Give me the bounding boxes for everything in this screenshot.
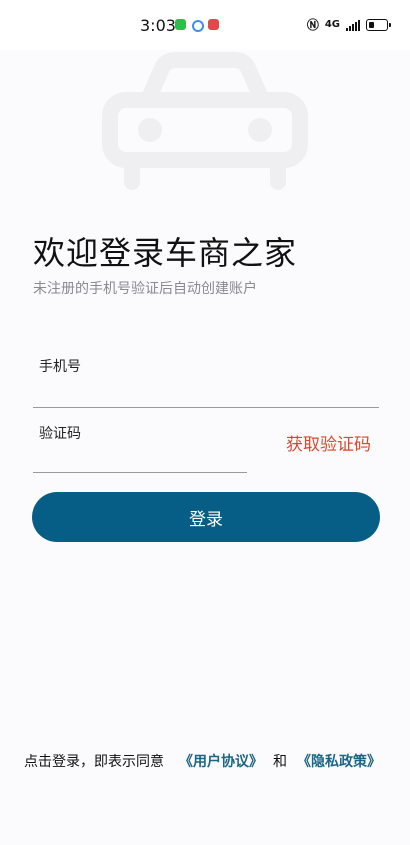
agreement-and: 和 bbox=[273, 754, 287, 770]
code-underline bbox=[33, 472, 247, 473]
code-label: 验证码 bbox=[39, 426, 81, 442]
code-input[interactable] bbox=[33, 446, 245, 470]
signal-icon bbox=[346, 19, 360, 31]
car-icon bbox=[102, 52, 308, 190]
red-app-icon bbox=[208, 19, 219, 30]
network-type: 4G bbox=[324, 19, 340, 30]
privacy-policy-link[interactable]: 《隐私政策》 bbox=[297, 751, 381, 771]
status-indicators: Ⓝ 4G bbox=[306, 16, 391, 33]
blue-app-icon bbox=[192, 20, 204, 32]
page-subtitle: 未注册的手机号验证后自动创建账户 bbox=[33, 281, 257, 297]
phone-label: 手机号 bbox=[39, 359, 81, 375]
status-bar: 3:03 Ⓝ 4G bbox=[0, 0, 410, 50]
phone-underline bbox=[33, 407, 379, 408]
login-button[interactable]: 登录 bbox=[32, 492, 380, 542]
nfc-icon: Ⓝ bbox=[306, 18, 319, 32]
phone-input[interactable] bbox=[33, 380, 378, 404]
get-code-button[interactable]: 获取验证码 bbox=[286, 430, 371, 455]
page-title: 欢迎登录车商之家 bbox=[33, 234, 298, 272]
user-agreement-link[interactable]: 《用户协议》 bbox=[179, 751, 263, 771]
battery-icon bbox=[366, 18, 391, 31]
agreement-prefix: 点击登录，即表示同意 bbox=[24, 754, 164, 770]
wechat-icon bbox=[175, 19, 186, 30]
status-time: 3:03 bbox=[140, 16, 176, 35]
